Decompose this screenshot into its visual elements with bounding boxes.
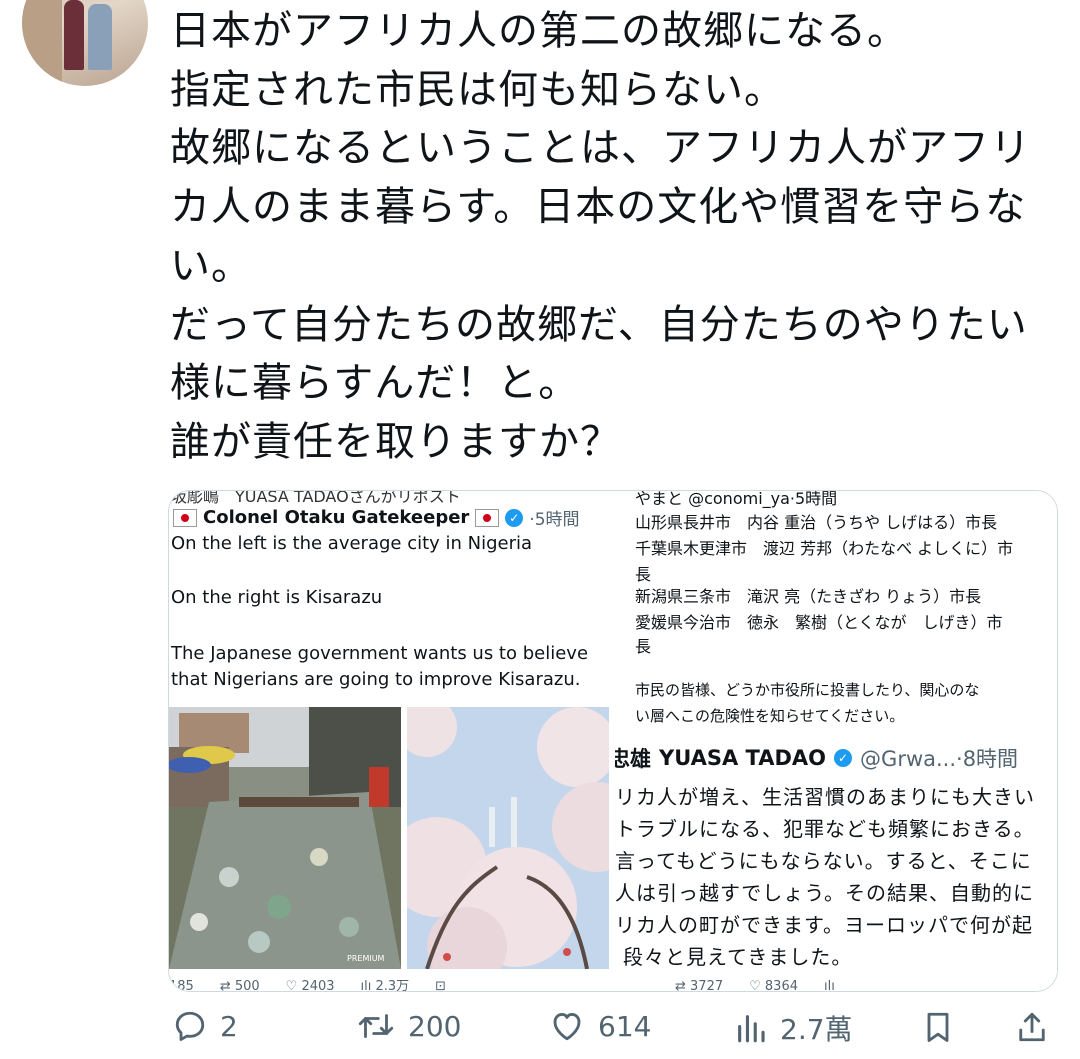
- left-post-stats: 185 ⇄ 500 ♡ 2403 ılı 2.3万 ⊡: [169, 979, 447, 991]
- right-post-line: 愛媛県今治市 徳永 繁樹（とくなが しげき）市: [635, 613, 1003, 632]
- reply-count: 2: [220, 1009, 238, 1043]
- right-post-line: 山形県長井市 内谷 重治（うちや しげはる）市長: [635, 513, 998, 532]
- reply-button[interactable]: 2: [172, 1008, 238, 1044]
- tweet-line: 誰が責任を取りますか？: [170, 418, 621, 465]
- second-post-line: 人は引っ越すでしょう。その結果、自動的に: [615, 881, 1034, 905]
- tweet-line: 日本がアフリカ人の第二の故郷になる。: [170, 8, 908, 54]
- second-post-line: リカ人の町ができます。ヨーロッパで何が起: [615, 913, 1033, 937]
- second-author-cut: 忠雄: [615, 747, 651, 771]
- right-post-line: 長: [635, 637, 652, 656]
- second-post-header: 忠雄 YUASA TADAO ✓ @Grwa...·8時間: [615, 743, 1018, 773]
- verified-badge-icon: ✓: [834, 749, 853, 767]
- left-post-line: On the right is Kisarazu: [171, 587, 383, 608]
- nigeria-street-photo: PREMIUM: [169, 707, 401, 969]
- left-post-author: Colonel Otaku Gatekeeper: [203, 507, 470, 528]
- tweet-line: だって自分たちの故郷だ、自分たちのやりたい: [170, 301, 1028, 348]
- second-author-handle: @Grwa...·8時間: [860, 747, 1019, 771]
- japan-flag-icon: [173, 508, 197, 527]
- left-post-time: ·5時間: [529, 510, 580, 530]
- second-post-line: リカ人が増え、生活習慣のあまりにも大きい: [615, 785, 1035, 809]
- kisarazu-cherry-blossom-photo: [407, 707, 609, 969]
- second-post-line: 言ってもどうにもならない。すると、そこに: [615, 849, 1032, 873]
- bookmark-icon: [927, 1012, 949, 1042]
- views-count: 2.7萬: [780, 1013, 853, 1046]
- photo-watermark: PREMIUM: [347, 954, 385, 963]
- verified-badge-icon: ✓: [505, 508, 524, 527]
- left-post-header: Colonel Otaku Gatekeeper ✓ ·5時間: [173, 505, 580, 530]
- like-count: 614: [598, 1009, 652, 1043]
- second-post-line: 段々と見えてきました。: [623, 945, 853, 969]
- avatar-figure: [88, 4, 112, 70]
- retweet-button[interactable]: 200: [356, 1008, 461, 1044]
- heart-icon: [553, 1013, 581, 1041]
- share-button[interactable]: [1014, 1008, 1050, 1046]
- right-post-stats: ⇄ 3727 ♡ 8364 ılı: [675, 979, 835, 991]
- right-post-line: 市民の皆様、どうか市役所に投書したり、関心のな: [635, 681, 980, 699]
- tweet-line: 様に暮らすんだ！と。: [170, 360, 580, 407]
- screenshot-left-post: 坂彫嶋 YUASA TADAOさんがリポスト Colonel Otaku Gat…: [169, 491, 609, 991]
- screenshot-right-post: やまと @conomi_ya·5時間 山形県長井市 内谷 重治（うちや しげはる…: [615, 491, 1057, 991]
- japan-flag-icon: [475, 508, 500, 527]
- retweet-count: 200: [408, 1009, 462, 1043]
- like-button[interactable]: 614: [548, 1008, 651, 1044]
- attached-image[interactable]: 坂彫嶋 YUASA TADAOさんがリポスト Colonel Otaku Gat…: [168, 490, 1058, 992]
- tweet-line: カ人のまま暮らす。日本の文化や慣習を守らな: [170, 184, 1027, 231]
- left-post-line: The Japanese government wants us to beli…: [171, 643, 589, 664]
- right-post-line: 長: [635, 565, 652, 584]
- tweet-action-bar: 2 200 614 2.7萬: [0, 1008, 1080, 1058]
- left-post-line: that Nigerians are going to improve Kisa…: [171, 669, 581, 690]
- avatar-figure: [64, 0, 84, 70]
- tweet-line: 故郷になるということは、アフリカ人がアフリ: [170, 125, 1031, 172]
- second-post-line: トラブルになる、犯罪なども頻繁におきる。: [615, 817, 1035, 841]
- share-icon: [1019, 1012, 1045, 1042]
- author-avatar[interactable]: [22, 0, 148, 86]
- bookmark-button[interactable]: [920, 1008, 956, 1046]
- views-button[interactable]: 2.7萬: [734, 1008, 853, 1048]
- tweet-line: い。: [170, 242, 252, 289]
- retweet-icon: [358, 1014, 394, 1038]
- views-chart-icon: [738, 1015, 765, 1043]
- tweet-body: 日本がアフリカ人の第二の故郷になる。 指定された市民は何も知らない。 故郷になる…: [170, 2, 1070, 472]
- right-post-line: 千葉県木更津市 渡辺 芳邦（わたなべ よしくに）市: [635, 539, 1014, 558]
- right-post-line: 新潟県三条市 滝沢 亮（たきざわ りょう）市長: [635, 587, 982, 606]
- right-post-line: い層へこの危険性を知らせてください。: [635, 707, 905, 725]
- avatar-background: [22, 0, 62, 86]
- second-author-name: YUASA TADAO: [659, 746, 827, 770]
- reply-icon: [175, 1011, 205, 1041]
- left-post-line: On the left is the average city in Niger…: [171, 533, 533, 554]
- right-post-header: やまと @conomi_ya·5時間: [635, 491, 838, 508]
- tweet-line: 指定された市民は何も知らない。: [170, 66, 785, 113]
